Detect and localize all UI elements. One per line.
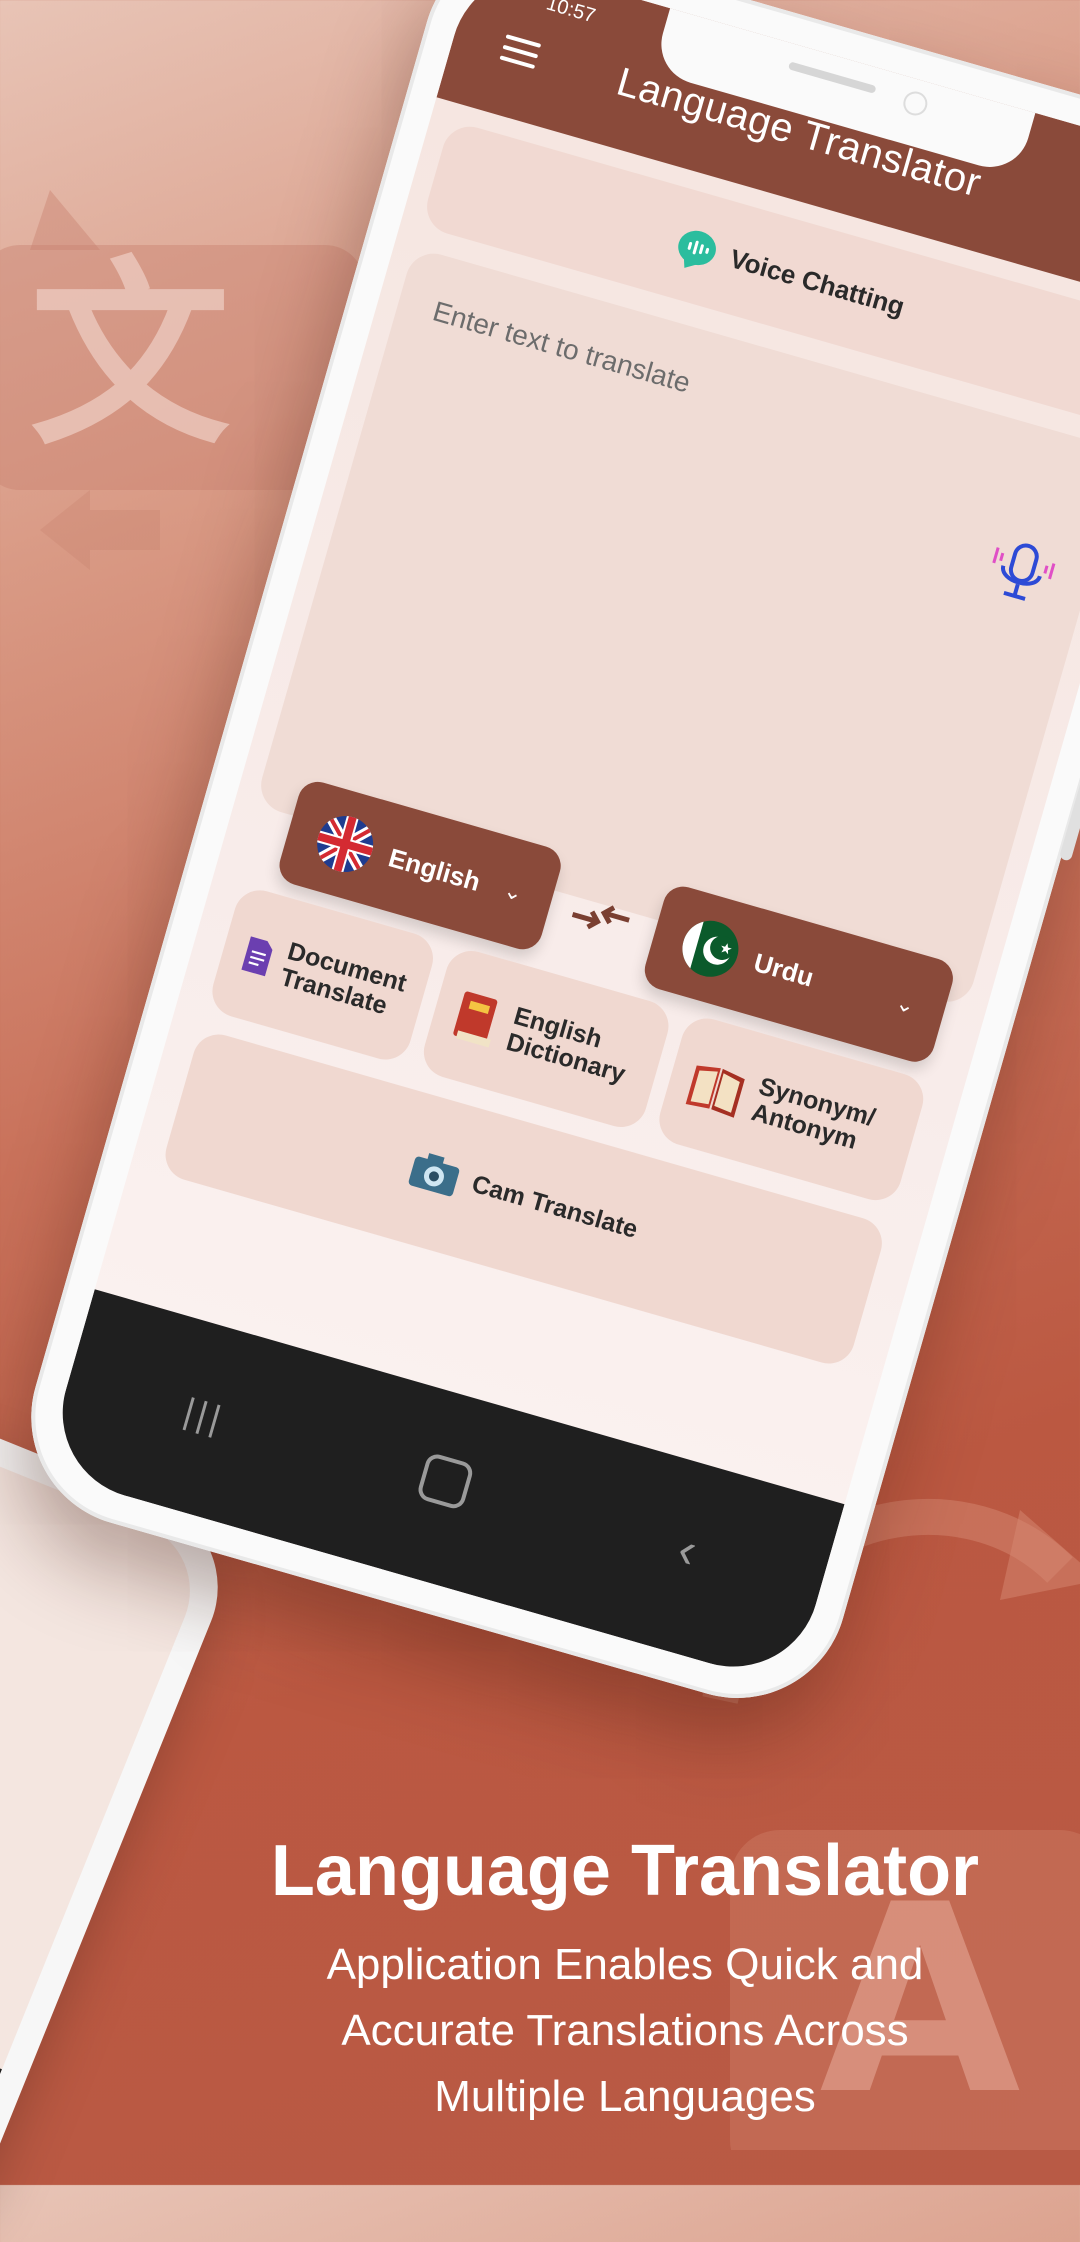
open-book-icon — [685, 1065, 745, 1118]
document-icon — [241, 936, 273, 977]
chevron-down-icon: ⌄ — [893, 989, 918, 1019]
secondary-phone-navbar: ‹ — [0, 1908, 2, 2209]
svg-text:文: 文 — [30, 240, 230, 473]
caption-line1: Application Enables Quick and — [326, 1940, 924, 1989]
hamburger-menu-icon[interactable] — [499, 34, 542, 71]
caption-line3: Multiple Languages — [434, 2072, 816, 2121]
caption-title: Language Translator — [270, 1831, 980, 1911]
source-language-name: English — [385, 841, 484, 897]
cam-translate-label: Cam Translate — [468, 1170, 641, 1245]
voice-chat-icon — [674, 226, 720, 270]
caption-line2: Accurate Translations Across — [341, 2006, 909, 2055]
microphone-icon[interactable] — [978, 529, 1065, 616]
caption-subtitle: Application Enables Quick and Accurate T… — [250, 1932, 1000, 2130]
back-icon[interactable]: ‹ — [672, 1520, 704, 1580]
pakistan-flag-icon — [675, 914, 746, 984]
recent-apps-icon[interactable]: ||| — [179, 1390, 229, 1441]
home-icon[interactable] — [415, 1451, 476, 1512]
input-placeholder: Enter text to translate — [429, 295, 694, 399]
camera-icon — [408, 1153, 460, 1197]
target-language-name: Urdu — [750, 946, 818, 993]
front-camera-icon — [900, 88, 931, 119]
status-time: 10:57 — [543, 0, 598, 28]
book-icon — [453, 991, 498, 1048]
uk-flag-icon — [310, 809, 380, 879]
speaker-grill — [787, 61, 877, 94]
chevron-down-icon: ⌄ — [500, 877, 526, 907]
voice-chatting-label: Voice Chatting — [726, 242, 909, 322]
